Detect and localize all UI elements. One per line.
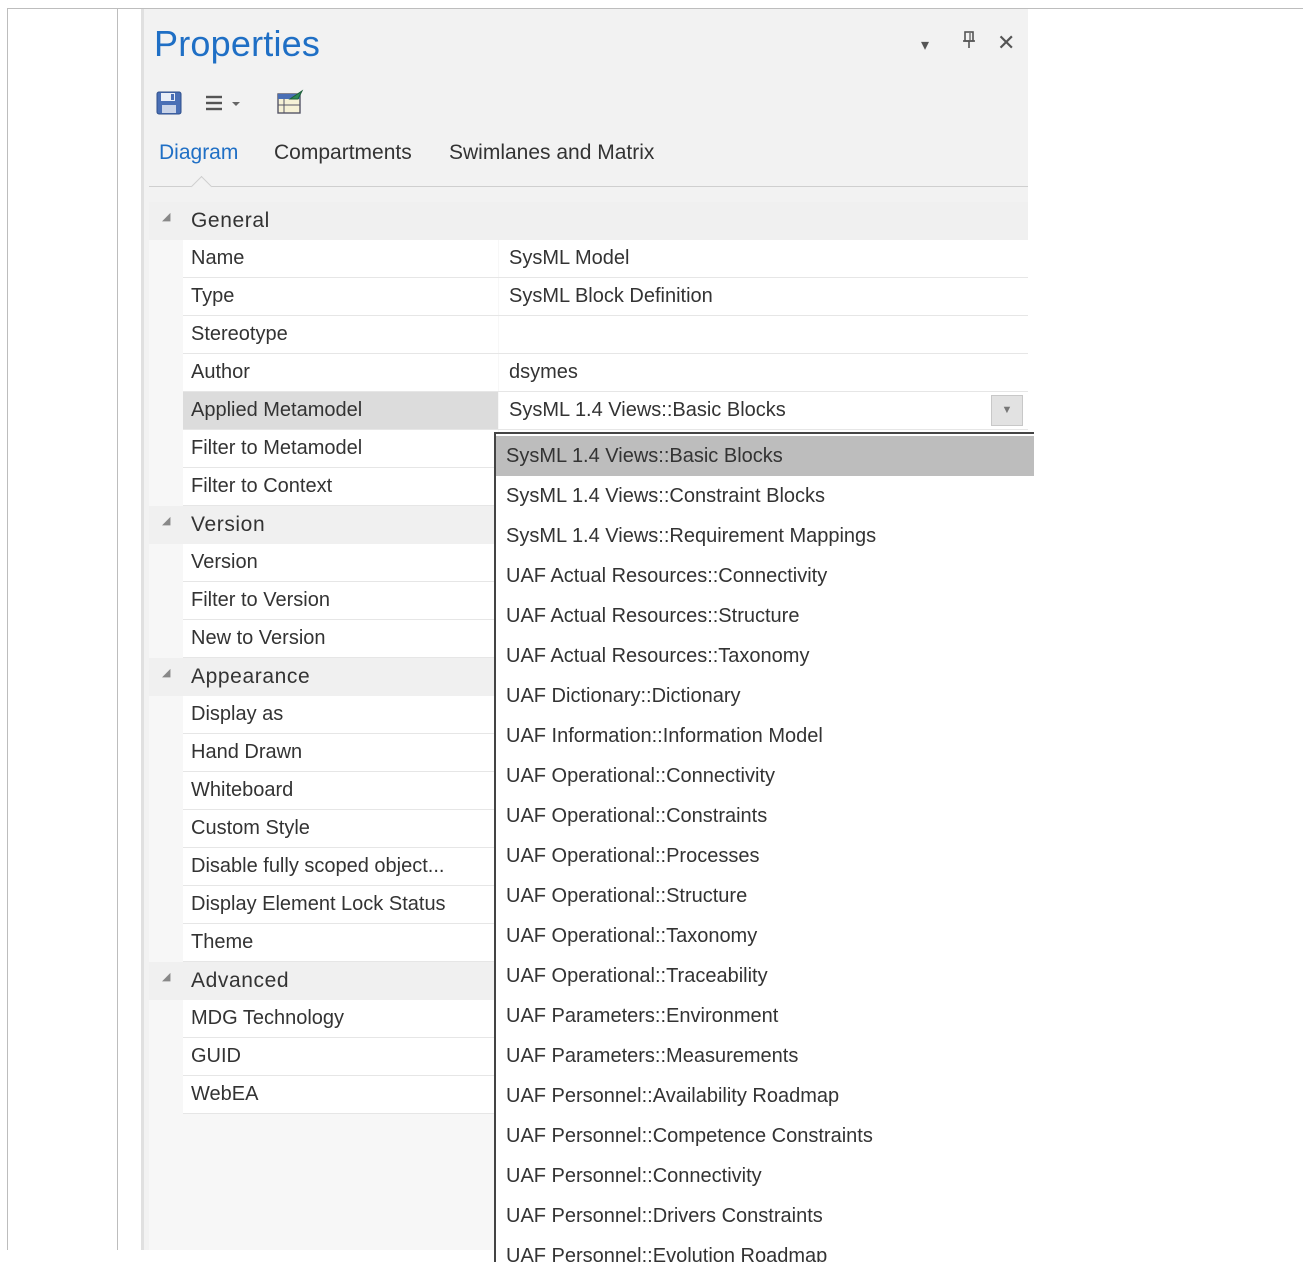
dropdown-option[interactable]: UAF Personnel::Evolution Roadmap [496, 1236, 1034, 1262]
active-tab-indicator [190, 175, 213, 198]
panel-edge [141, 9, 144, 1250]
property-name: Stereotype [183, 316, 498, 353]
category-general[interactable]: ◢ General [149, 202, 1028, 240]
tab-diagram[interactable]: Diagram [159, 141, 238, 165]
applied-metamodel-combo[interactable]: SysML 1.4 Views::Basic Blocks [499, 392, 1028, 429]
close-icon[interactable]: ✕ [997, 30, 1015, 56]
property-row-type[interactable]: Type SysML Block Definition [149, 278, 1028, 316]
property-row-applied-metamodel[interactable]: Applied Metamodel SysML 1.4 Views::Basic… [149, 392, 1028, 430]
property-value[interactable]: dsymes [499, 354, 1028, 391]
property-name: Filter to Metamodel [183, 430, 498, 467]
dropdown-option[interactable]: UAF Operational::Taxonomy [496, 916, 1034, 956]
property-name: Hand Drawn [183, 734, 498, 771]
tab-compartments[interactable]: Compartments [274, 141, 412, 165]
dropdown-option[interactable]: UAF Actual Resources::Connectivity [496, 556, 1034, 596]
dropdown-option[interactable]: UAF Personnel::Connectivity [496, 1156, 1034, 1196]
dropdown-option[interactable]: UAF Actual Resources::Structure [496, 596, 1034, 636]
category-label: Appearance [191, 665, 311, 688]
property-row-author[interactable]: Author dsymes [149, 354, 1028, 392]
property-name: Disable fully scoped object... [183, 848, 498, 885]
panel-title: Properties [154, 23, 321, 64]
dropdown-option[interactable]: UAF Operational::Structure [496, 876, 1034, 916]
property-name: GUID [183, 1038, 498, 1075]
property-row-name[interactable]: Name SysML Model [149, 240, 1028, 278]
dropdown-option[interactable]: SysML 1.4 Views::Basic Blocks [496, 436, 1034, 476]
dropdown-option[interactable]: UAF Operational::Processes [496, 836, 1034, 876]
combo-dropdown-button[interactable]: ▼ [991, 395, 1023, 426]
panel-title-bar: Properties ▾ ✕ [141, 9, 1028, 79]
property-name: MDG Technology [183, 1000, 498, 1037]
dropdown-option[interactable]: UAF Personnel::Drivers Constraints [496, 1196, 1034, 1236]
screen-border-left [7, 8, 8, 1250]
collapse-triangle-icon[interactable]: ◢ [162, 970, 170, 983]
tab-swimlanes-and-matrix[interactable]: Swimlanes and Matrix [449, 141, 654, 165]
category-label: Version [191, 513, 266, 536]
pin-icon[interactable] [962, 31, 976, 54]
property-name: Type [183, 278, 498, 315]
dropdown-option[interactable]: UAF Personnel::Competence Constraints [496, 1116, 1034, 1156]
property-name: WebEA [183, 1076, 498, 1113]
property-name: Applied Metamodel [183, 392, 498, 429]
property-row-stereotype[interactable]: Stereotype [149, 316, 1028, 354]
dropdown-option[interactable]: UAF Personnel::Availability Roadmap [496, 1076, 1034, 1116]
panel-menu-dropdown-icon[interactable]: ▾ [921, 35, 929, 55]
properties-tabs: Diagram Compartments Swimlanes and Matri… [141, 137, 1028, 198]
property-value[interactable]: SysML Block Definition [499, 278, 1028, 315]
property-name: Filter to Version [183, 582, 498, 619]
property-name: Custom Style [183, 810, 498, 847]
collapse-triangle-icon[interactable]: ◢ [162, 514, 170, 527]
property-name: Display as [183, 696, 498, 733]
dropdown-option[interactable]: UAF Parameters::Environment [496, 996, 1034, 1036]
property-name: Theme [183, 924, 498, 961]
dropdown-option[interactable]: SysML 1.4 Views::Constraint Blocks [496, 476, 1034, 516]
metamodel-dropdown-list[interactable]: SysML 1.4 Views::Basic Blocks SysML 1.4 … [494, 432, 1034, 1262]
property-name: Name [183, 240, 498, 277]
property-name: Version [183, 544, 498, 581]
menu-list-icon[interactable] [206, 91, 246, 115]
dock-splitter[interactable] [117, 8, 118, 1250]
collapse-triangle-icon[interactable]: ◢ [162, 210, 170, 223]
dropdown-option[interactable]: UAF Operational::Constraints [496, 796, 1034, 836]
dropdown-option[interactable]: UAF Information::Information Model [496, 716, 1034, 756]
property-name: Author [183, 354, 498, 391]
dropdown-option[interactable]: UAF Operational::Traceability [496, 956, 1034, 996]
property-name: Whiteboard [183, 772, 498, 809]
property-name: Display Element Lock Status [183, 886, 498, 923]
category-label: General [191, 209, 270, 232]
dropdown-option[interactable]: UAF Operational::Connectivity [496, 756, 1034, 796]
dropdown-option[interactable]: UAF Actual Resources::Taxonomy [496, 636, 1034, 676]
dropdown-option[interactable]: UAF Parameters::Measurements [496, 1036, 1034, 1076]
dropdown-option[interactable]: SysML 1.4 Views::Requirement Mappings [496, 516, 1034, 556]
dropdown-option[interactable]: UAF Dictionary::Dictionary [496, 676, 1034, 716]
property-value[interactable] [499, 316, 1028, 353]
properties-icon[interactable] [276, 89, 304, 115]
property-name: Filter to Context [183, 468, 498, 505]
collapse-triangle-icon[interactable]: ◢ [162, 666, 170, 679]
property-name: New to Version [183, 620, 498, 657]
category-label: Advanced [191, 969, 290, 992]
panel-toolbar [156, 89, 356, 119]
property-value[interactable]: SysML Model [499, 240, 1028, 277]
save-icon[interactable] [156, 91, 182, 115]
tab-underline [149, 186, 1028, 187]
